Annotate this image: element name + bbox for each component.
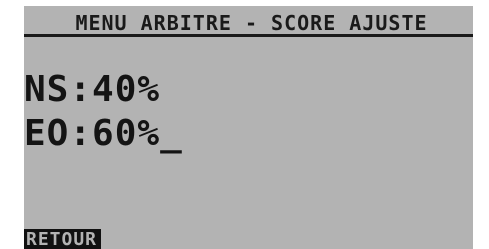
team-label-ns: NS <box>24 69 70 110</box>
separator: : <box>69 113 93 154</box>
score-value-eo[interactable]: 60% <box>92 113 160 154</box>
score-value-ns: 40% <box>92 69 161 110</box>
title-bar: MENU ARBITRE - SCORE AJUSTE <box>24 10 473 37</box>
text-cursor: _ <box>160 113 183 154</box>
score-line-ns: NS:40% <box>24 70 160 110</box>
team-label-eo: EO <box>24 113 70 154</box>
screen-title: MENU ARBITRE - SCORE AJUSTE <box>75 11 428 35</box>
lcd-screen: MENU ARBITRE - SCORE AJUSTE NS:40% EO:60… <box>24 6 473 249</box>
retour-button[interactable]: RETOUR <box>24 229 102 249</box>
separator: : <box>69 69 93 110</box>
score-line-eo[interactable]: EO:60%_ <box>24 114 183 154</box>
